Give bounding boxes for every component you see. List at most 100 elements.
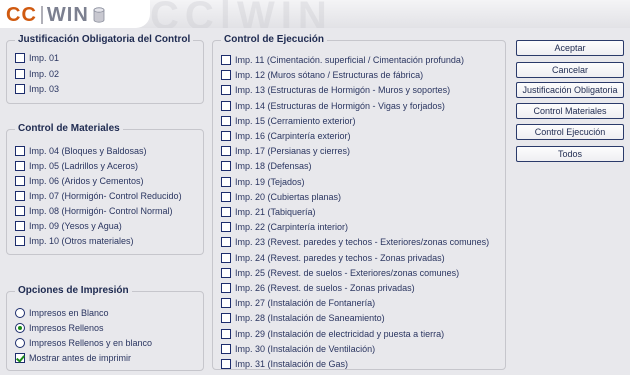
checkbox[interactable] [221,115,231,126]
checkbox-imp-6[interactable]: Imp. 06 (Aridos y Cementos) [15,174,144,188]
checkbox[interactable] [221,131,231,141]
checkbox-imp-18[interactable]: Imp. 18 (Defensas) [221,159,312,173]
checkbox[interactable] [221,207,231,217]
checkbox-imp-19[interactable]: Imp. 19 (Tejados) [221,175,305,189]
checkbox[interactable] [221,283,231,293]
option-label: Imp. 06 (Aridos y Cementos) [29,176,144,186]
option-label: Imp. 08 (Hormigón- Control Normal) [29,206,173,216]
checkbox-imp-2[interactable]: Imp. 02 [15,67,59,81]
checkbox[interactable] [221,146,231,157]
checkbox-imp-28[interactable]: Imp. 28 (Instalación de Saneamiento) [221,311,385,325]
checkbox[interactable] [221,191,231,202]
checkbox[interactable] [221,70,231,81]
materiales-group-title: Control de Materiales [15,123,123,134]
opciones-group-title: Opciones de Impresión [15,285,132,296]
checkbox-imp-4[interactable]: Imp. 04 (Bloques y Baldosas) [15,144,147,158]
checkbox[interactable] [15,53,25,63]
checkbox-mostrar-antes[interactable]: Mostrar antes de imprimir [15,351,131,365]
logo-separator [40,6,43,24]
option-label: Imp. 11 (Cimentación. superficial / Cime… [235,55,464,65]
option-label: Imp. 19 (Tejados) [235,176,305,187]
aceptar-button[interactable]: Aceptar [516,40,624,56]
checkbox[interactable] [221,267,231,278]
checkbox-imp-25[interactable]: Imp. 25 (Revest. de suelos - Exteriores/… [221,266,459,280]
checkbox[interactable] [15,353,25,363]
checkbox-imp-11[interactable]: Imp. 11 (Cimentación. superficial / Cime… [221,53,464,67]
checkbox[interactable] [15,221,25,231]
checkbox[interactable] [221,100,231,111]
checkbox[interactable] [221,222,231,233]
checkbox[interactable] [15,84,25,94]
checkbox-imp-3[interactable]: Imp. 03 [15,82,59,96]
checkbox[interactable] [15,206,25,216]
checkbox-imp-8[interactable]: Imp. 08 (Hormigón- Control Normal) [15,204,173,218]
checkbox-imp-26[interactable]: Imp. 26 (Revest. de suelos - Zonas priva… [221,281,415,295]
control-ejecucion-button[interactable]: Control Ejecución [516,124,624,140]
checkbox[interactable] [221,176,231,187]
control-materiales-button[interactable]: Control Materiales [516,103,624,119]
checkbox[interactable] [221,313,231,324]
checkbox-imp-22[interactable]: Imp. 22 (Carpintería interior) [221,220,348,234]
checkbox[interactable] [15,146,25,156]
radio-option-1[interactable]: Impresos en Blanco [15,306,109,320]
checkbox[interactable] [221,55,231,65]
justificacion-obligatoria-button[interactable]: Justificación Obligatoria [516,82,624,98]
checkbox[interactable] [221,237,231,248]
option-label: Imp. 21 (Tabiquería) [235,207,316,217]
checkbox-imp-17[interactable]: Imp. 17 (Persianas y cierres) [221,144,350,158]
ccwin-logo: CC WIN [6,4,105,26]
checkbox-imp-15[interactable]: Imp. 15 (Cerramiento exterior) [221,114,356,128]
checkbox[interactable] [221,85,231,96]
option-label: Imp. 31 (Instalación de Gas) [235,359,349,369]
checkbox-imp-31[interactable]: Imp. 31 (Instalación de Gas) [221,357,348,371]
ejecucion-group-title: Control de Ejecución [221,34,328,45]
checkbox-imp-21[interactable]: Imp. 21 (Tabiquería) [221,205,316,219]
opciones-impresion-group: Opciones de Impresión Impresos en Blanco… [6,285,204,371]
checkbox-imp-5[interactable]: Imp. 05 (Ladrillos y Aceros) [15,159,138,173]
checkbox-imp-24[interactable]: Imp. 24 (Revest. paredes y techos - Zona… [221,251,445,265]
checkbox[interactable] [221,298,231,309]
option-label: Imp. 14 (Estructuras de Hormigón - Vigas… [235,100,445,111]
option-label: Imp. 18 (Defensas) [235,161,312,172]
option-label: Imp. 04 (Bloques y Baldosas) [29,146,147,156]
checkbox[interactable] [221,343,231,354]
option-label: Imp. 13 (Estructuras de Hormigón - Muros… [235,85,451,96]
option-label: Impresos Rellenos y en blanco [29,338,153,348]
option-label: Mostrar antes de imprimir [29,353,132,363]
checkbox[interactable] [15,236,25,246]
checkbox-imp-7[interactable]: Imp. 07 (Hormigón- Control Reducido) [15,189,182,203]
checkbox-imp-27[interactable]: Imp. 27 (Instalación de Fontanería) [221,296,375,310]
checkbox-imp-16[interactable]: Imp. 16 (Carpintería exterior) [221,129,351,143]
radio-option-3[interactable]: Impresos Rellenos y en blanco [15,336,152,350]
option-label: Imp. 27 (Instalación de Fontanería) [235,298,376,309]
checkbox[interactable] [221,359,231,369]
checkbox-imp-23[interactable]: Imp. 23 (Revest. paredes y techos - Exte… [221,235,489,249]
checkbox-imp-13[interactable]: Imp. 13 (Estructuras de Hormigón - Muros… [221,83,450,97]
checkbox-imp-30[interactable]: Imp. 30 (Instalación de Ventilación) [221,342,375,356]
checkbox-imp-1[interactable]: Imp. 01 [15,51,59,65]
radio-option-2[interactable]: Impresos Rellenos [15,321,104,335]
checkbox-imp-20[interactable]: Imp. 20 (Cubiertas planas) [221,190,341,204]
checkbox[interactable] [15,176,25,186]
header-band: CC|WIN CC WIN [0,0,630,28]
radio-button[interactable] [15,308,25,318]
checkbox-imp-10[interactable]: Imp. 10 (Otros materiales) [15,234,134,248]
logo-cc: CC [6,3,37,26]
checkbox[interactable] [221,328,231,339]
checkbox[interactable] [221,252,231,263]
option-label: Impresos en Blanco [29,308,109,318]
option-label: Imp. 16 (Carpintería exterior) [235,131,351,141]
checkbox-imp-14[interactable]: Imp. 14 (Estructuras de Hormigón - Vigas… [221,99,445,113]
checkbox[interactable] [15,191,25,201]
radio-button[interactable] [15,323,25,333]
checkbox[interactable] [221,161,231,172]
checkbox[interactable] [15,161,25,171]
cancelar-button[interactable]: Cancelar [516,62,624,78]
checkbox[interactable] [15,68,25,79]
option-label: Impresos Rellenos [29,323,104,333]
checkbox-imp-12[interactable]: Imp. 12 (Muros sótano / Estructuras de f… [221,68,423,82]
checkbox-imp-29[interactable]: Imp. 29 (Instalación de electricidad y p… [221,327,444,341]
checkbox-imp-9[interactable]: Imp. 09 (Yesos y Agua) [15,219,122,233]
todos-button[interactable]: Todos [516,146,624,162]
radio-button[interactable] [15,338,25,348]
